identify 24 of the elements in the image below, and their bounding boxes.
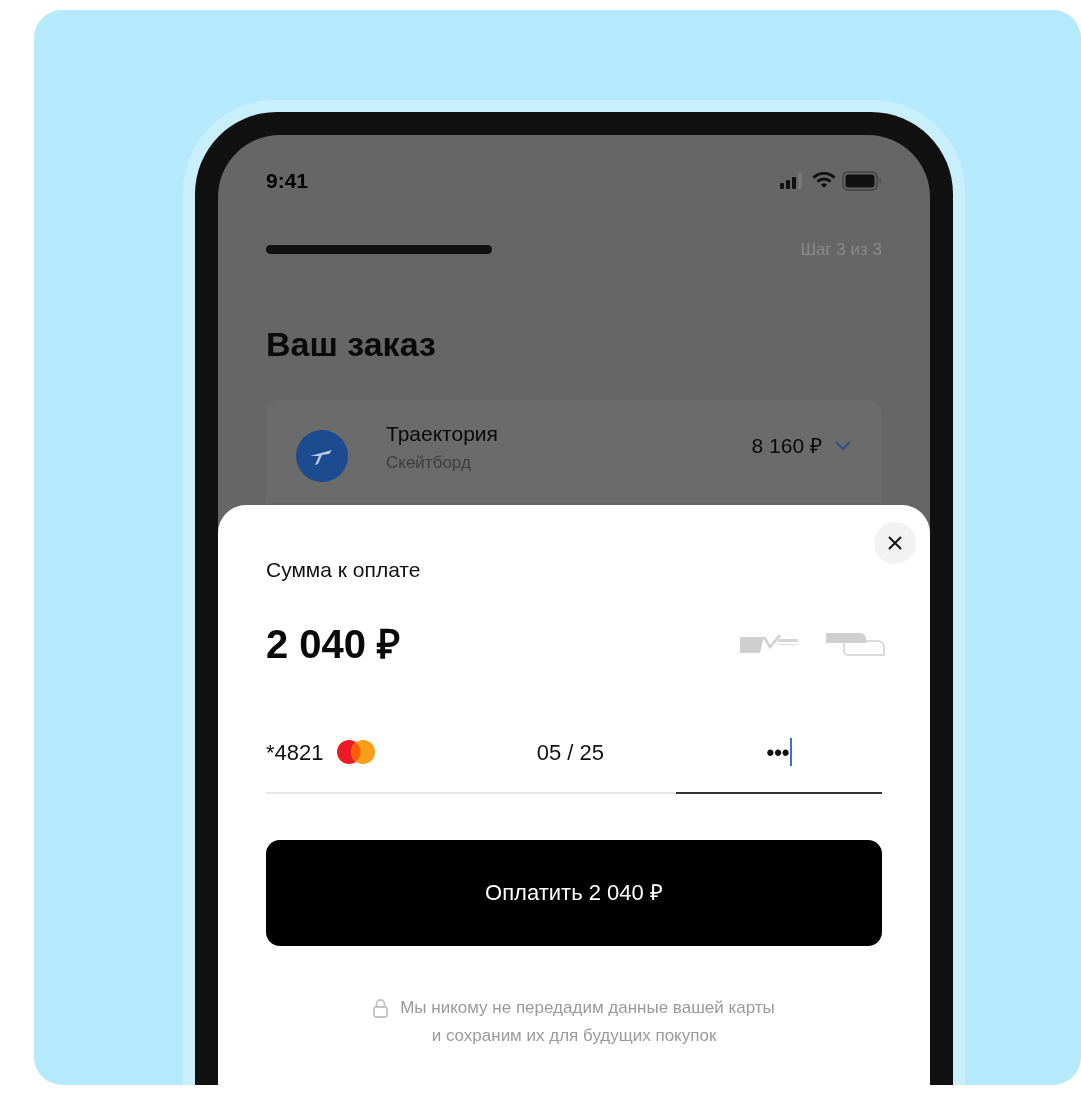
card-field[interactable]: *4821 [266, 735, 527, 794]
cvc-text: ••• [766, 738, 790, 767]
card-number-text: *4821 [266, 738, 324, 767]
item-name: Траектория [386, 421, 498, 447]
brand-logo-icon [296, 430, 348, 482]
status-time: 9:41 [266, 168, 309, 194]
close-icon [887, 535, 903, 551]
expiry-date-text: 05 / 25 [535, 738, 604, 767]
privacy-note: и сохраним их для будущих покупок [431, 1024, 717, 1047]
lock-icon [373, 997, 389, 1018]
expiry-field[interactable]: 05 / 25 [526, 735, 676, 794]
close-button[interactable] [874, 522, 916, 564]
amount-label: Сумма к оплате [266, 557, 422, 583]
amount-value: 2 040 ₽ [266, 620, 401, 668]
cvc-field[interactable]: ••• [676, 735, 882, 794]
item-price: 8 160 ₽ [751, 433, 822, 459]
security-logo-icon [738, 632, 800, 655]
pay-button[interactable]: Оплатить 2 040 ₽ [266, 839, 882, 946]
battery-icon [842, 170, 882, 191]
text-cursor [789, 738, 792, 766]
privacy-note: Мы никому не передадим данные вашей карты [400, 996, 775, 1019]
wifi-icon [812, 172, 836, 190]
page-title: Ваш заказ [266, 324, 437, 364]
card-brand-icon [335, 739, 376, 765]
